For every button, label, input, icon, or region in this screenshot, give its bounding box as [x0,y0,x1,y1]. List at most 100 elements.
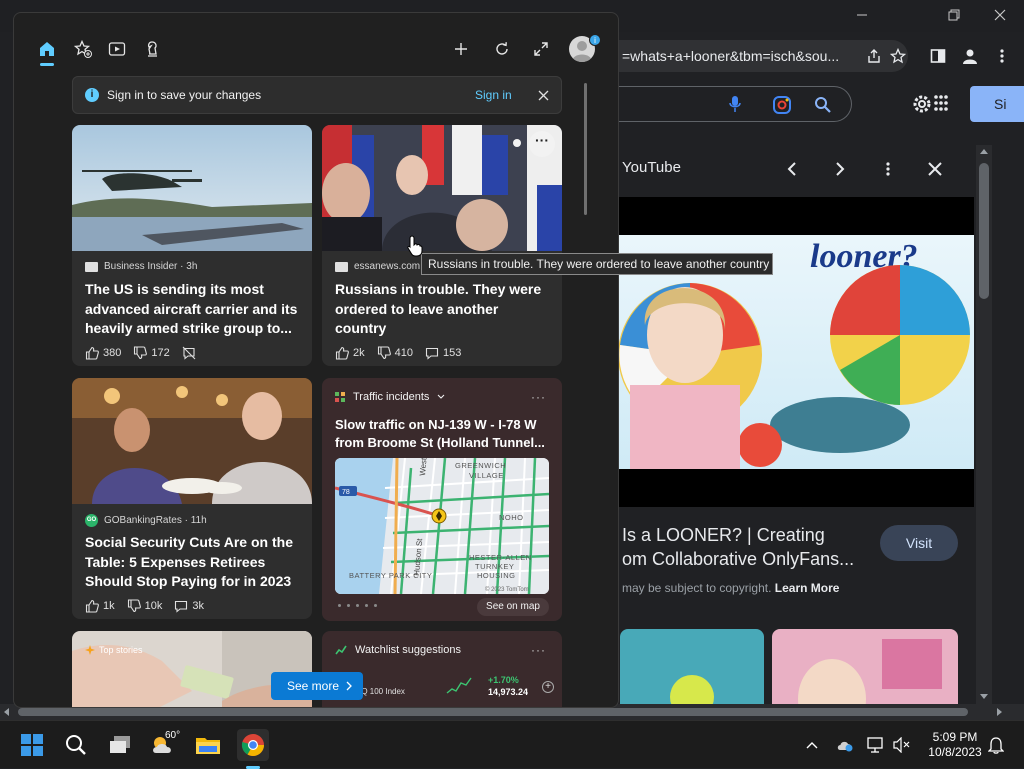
taskbar-clock[interactable]: 5:09 PM 10/8/2023 [920,730,990,760]
top-stories-label: Top stories [85,645,143,655]
google-search-box[interactable] [600,86,852,122]
learn-more-link[interactable]: Learn More [775,581,840,595]
comments-button[interactable]: 153 [425,346,461,360]
browser-menu-button[interactable] [990,44,1014,68]
settings-icon[interactable] [910,92,934,116]
comment-icon [175,600,188,613]
watchlist-index-name: AQ 100 Index [356,687,405,696]
widgets-play-button[interactable] [140,37,164,61]
map-label: GREENWICH [455,461,506,470]
thumbs-up-icon [85,599,99,613]
profile-button[interactable] [958,44,982,68]
close-preview-button[interactable] [928,162,942,176]
lens-search-icon[interactable] [772,95,792,115]
traffic-map-art: 78 GREENWICH VILLAGE NOHO HESTER-ALLEN T… [335,458,549,594]
news-source: essanews.com [335,261,420,272]
star-icon [890,48,906,64]
news-title[interactable]: Social Security Cuts Are on the Table: 5… [85,533,301,592]
start-button[interactable] [16,729,48,761]
widget-more-button[interactable]: ··· [531,643,546,657]
apps-grid-icon[interactable] [934,94,948,112]
expand-icon [534,42,548,56]
volume-tray-icon[interactable] [892,735,912,755]
dislike-button[interactable]: 172 [133,346,170,360]
taskbar: 60° 5:09 PM 10/8/2023 [0,720,1024,769]
see-more-button[interactable]: See more [271,672,363,700]
network-tray-icon[interactable] [866,735,886,755]
hand-cursor-icon [407,235,423,257]
map-pager[interactable] [338,604,377,607]
comments-button[interactable]: 3k [174,599,204,613]
add-widget-button[interactable] [449,37,473,61]
news-title[interactable]: Russians in trouble. They were ordered t… [335,280,551,339]
previous-image-button[interactable] [786,161,798,177]
notifications-button[interactable] [986,735,1006,755]
like-button[interactable]: 380 [85,346,121,360]
watchlist-change: +1.70% [488,675,519,685]
dismiss-banner-button[interactable] [533,85,553,105]
side-panel-button[interactable] [926,44,950,68]
map-label: NOHO [499,513,524,522]
spark-icon [85,645,95,655]
bookmark-star-button[interactable] [886,44,910,68]
voice-search-icon[interactable] [728,95,742,113]
traffic-title[interactable]: Slow traffic on NJ-139 W - I-78 W from B… [335,416,551,452]
dislike-button[interactable]: 10k [127,599,162,613]
map-copyright: © 2023 TomTom [485,586,529,593]
add-to-watchlist-button[interactable]: + [542,681,554,693]
widgets-video-button[interactable] [105,37,129,61]
like-button[interactable]: 1k [85,599,115,613]
feed-scrollbar[interactable] [584,83,587,215]
comment-off-icon [182,346,196,360]
restore-button[interactable] [934,4,974,26]
see-on-map-button[interactable]: See on map [477,598,549,616]
chrome-taskbar-button[interactable] [237,729,269,761]
taskbar-search-button[interactable] [60,729,92,761]
minimize-button[interactable] [842,4,882,26]
plus-icon [455,43,467,55]
expand-button[interactable] [529,37,553,61]
watchlist-widget-header[interactable]: Watchlist suggestions [335,644,461,656]
widgets-following-button[interactable] [71,37,95,61]
close-window-button[interactable] [980,4,1020,26]
dislike-button[interactable]: 410 [377,346,413,360]
file-explorer-button[interactable] [192,729,224,761]
sign-in-link[interactable]: Sign in [475,88,512,102]
video-icon [108,42,126,56]
search-icon[interactable] [814,96,832,114]
google-sign-in-button[interactable]: Si [970,86,1024,122]
widgets-home-button[interactable] [35,37,59,61]
news-card[interactable]: ··· essanews.com Russians in trouble. Th… [322,125,562,366]
traffic-widget[interactable]: Traffic incidents ··· Slow traffic on NJ… [322,378,562,621]
visit-button[interactable]: Visit [880,525,958,561]
news-card[interactable]: Business Insider · 3h The US is sending … [72,125,312,366]
clock-time: 5:09 PM [932,730,978,744]
reaction-bar: 1k 10k 3k [85,599,204,613]
show-hidden-icons-button[interactable] [802,735,822,755]
traffic-map[interactable]: 78 GREENWICH VILLAGE NOHO HESTER-ALLEN T… [335,458,549,594]
task-view-button[interactable] [104,729,136,761]
close-icon [538,90,548,100]
widget-more-button[interactable]: ··· [531,390,546,404]
onedrive-tray-icon[interactable] [835,735,855,755]
news-source: Business Insider · 3h [85,261,197,272]
map-label: HOUSING [477,571,516,580]
news-title[interactable]: The US is sending its most advanced airc… [85,280,301,339]
next-image-button[interactable] [834,161,846,177]
refresh-button[interactable] [490,37,514,61]
info-icon: i [85,88,99,102]
card-more-button[interactable]: ··· [529,131,555,157]
related-image-thumb[interactable] [772,629,958,715]
like-button[interactable]: 2k [335,346,365,360]
news-card[interactable]: GO GOBankingRates · 11h Social Security … [72,378,312,619]
image-preview-panel: YouTube looner? Is a LOONER? | Creating … [600,145,974,715]
related-image-thumb[interactable] [620,629,764,715]
search-icon [66,735,86,755]
comments-disabled-button[interactable] [182,346,196,360]
traffic-widget-header[interactable]: Traffic incidents [335,391,445,403]
page-scrollbar[interactable] [976,145,992,705]
share-button[interactable] [862,44,886,68]
source-logo [85,261,98,272]
preview-more-button[interactable] [886,161,890,177]
preview-result-title[interactable]: Is a LOONER? | Creating om Collaborative… [622,523,862,571]
